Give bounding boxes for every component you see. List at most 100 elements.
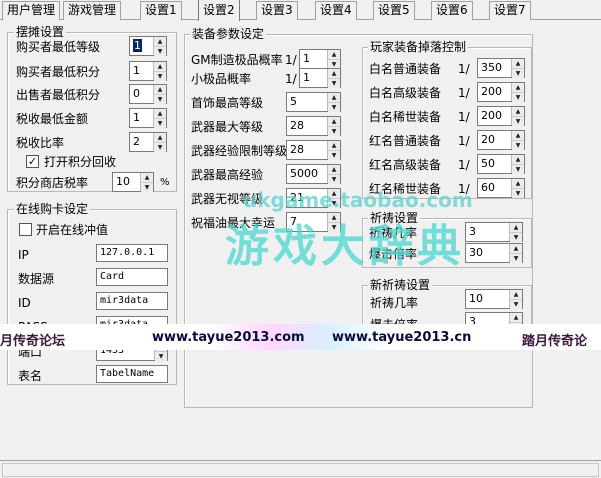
spin-down-icon[interactable]: ▼ [512, 93, 524, 102]
spin-up-icon[interactable]: ▲ [328, 69, 340, 79]
tab-settings-1[interactable]: 设置1 [140, 1, 182, 20]
spin-down-icon[interactable]: ▼ [328, 103, 340, 112]
tab-settings-7[interactable]: 设置7 [489, 1, 531, 20]
drop-red-advanced-value: 50 [481, 157, 495, 170]
gm-item-rate-spinner[interactable]: 1 ▲ ▼ [299, 49, 341, 69]
weapon-exp-limit-spinner[interactable]: 28 ▲ ▼ [286, 140, 341, 160]
stall-min-tax-value: 1 [133, 111, 140, 124]
spin-up-icon[interactable]: ▲ [510, 313, 522, 323]
stall-min-buyer-level-spinner[interactable]: 1 ▲ ▼ [129, 36, 167, 56]
stall-min-tax-spinner[interactable]: 1 ▲ ▼ [129, 108, 167, 128]
stall-tax-rate-spinner[interactable]: 2 ▲ ▼ [129, 132, 167, 152]
stall-min-seller-points-spinner[interactable]: 0 ▲ ▼ [129, 84, 167, 104]
watermark-big: 游戏大辞典 [225, 221, 465, 272]
spin-down-icon[interactable]: ▼ [154, 72, 166, 81]
spin-down-icon[interactable]: ▼ [512, 117, 524, 126]
crit-multiplier-spinner[interactable]: 30 ▲ ▼ [465, 243, 523, 263]
spin-down-icon[interactable]: ▼ [510, 300, 522, 309]
spin-up-icon[interactable]: ▲ [328, 117, 340, 127]
new-pray-rate-spinner[interactable]: 10 ▲ ▼ [465, 289, 523, 309]
spin-down-icon[interactable]: ▼ [141, 183, 153, 192]
drop-red-rare-value: 60 [481, 181, 495, 194]
spin-up-icon[interactable]: ▲ [512, 83, 524, 93]
drop-red-normal-spinner[interactable]: 20 ▲ ▼ [477, 130, 525, 150]
stall-tax-rate-label: 税收比率 [16, 136, 65, 150]
new-pray-rate-label: 祈祷几率 [370, 296, 419, 310]
weapon-max-exp-spinner[interactable]: 5000 ▲ ▼ [286, 164, 341, 184]
spin-up-icon[interactable]: ▲ [328, 141, 340, 151]
spin-down-icon[interactable]: ▼ [512, 141, 524, 150]
banner-right-text: 踏月传奇论 [522, 334, 588, 349]
spin-up-icon[interactable]: ▲ [154, 85, 166, 95]
gm-item-rate-label: GM制造极品概率 [191, 53, 283, 67]
tab-settings-3[interactable]: 设置3 [256, 1, 298, 20]
spin-down-icon[interactable]: ▼ [328, 151, 340, 160]
spin-up-icon[interactable]: ▲ [512, 131, 524, 141]
minor-item-rate-value: 1 [303, 71, 310, 84]
jewelry-max-level-value: 5 [290, 95, 297, 108]
points-recycle-checkbox[interactable]: ✓ [26, 155, 39, 168]
spin-down-icon[interactable]: ▼ [154, 119, 166, 128]
spin-down-icon[interactable]: ▼ [328, 127, 340, 136]
pray-rate-spinner[interactable]: 3 ▲ ▼ [465, 222, 523, 242]
tab-user-management[interactable]: 用户管理 [2, 1, 61, 20]
minor-item-rate-prefix: 1/ [285, 72, 297, 86]
spin-up-icon[interactable]: ▲ [510, 244, 522, 254]
drop-white-advanced-spinner[interactable]: 200 ▲ ▼ [477, 82, 525, 102]
spin-down-icon[interactable]: ▼ [512, 165, 524, 174]
tab-game-management[interactable]: 游戏管理 [63, 1, 122, 20]
tab-bar: 用户管理 游戏管理 设置1 设置2 设置3 设置4 设置5 设置6 设置7 [0, 0, 601, 21]
table-name-field[interactable]: TabelName [96, 365, 168, 383]
spin-down-icon[interactable]: ▼ [155, 352, 167, 361]
drop-white-rare-spinner[interactable]: 200 ▲ ▼ [477, 106, 525, 126]
spin-down-icon[interactable]: ▼ [328, 79, 340, 88]
drop-white-advanced-sep: 1/ [458, 86, 470, 100]
spin-down-icon[interactable]: ▼ [512, 69, 524, 78]
online-recharge-checkbox[interactable] [19, 223, 32, 236]
ip-field[interactable]: 127.0.0.1 [96, 244, 168, 262]
spin-down-icon[interactable]: ▼ [154, 143, 166, 152]
tab-settings-6[interactable]: 设置6 [431, 1, 473, 20]
jewelry-max-level-spinner[interactable]: 5 ▲ ▼ [286, 92, 341, 112]
weapon-max-level-spinner[interactable]: 28 ▲ ▼ [286, 116, 341, 136]
spin-up-icon[interactable]: ▲ [510, 223, 522, 233]
shop-tax-spinner[interactable]: 10 ▲ ▼ [112, 172, 154, 192]
spin-up-icon[interactable]: ▲ [328, 93, 340, 103]
spin-down-icon[interactable]: ▼ [512, 189, 524, 198]
spin-up-icon[interactable]: ▲ [510, 290, 522, 300]
spin-down-icon[interactable]: ▼ [510, 254, 522, 263]
id-field[interactable]: mir3data [96, 292, 168, 310]
spin-up-icon[interactable]: ▲ [328, 50, 340, 60]
spin-down-icon[interactable]: ▼ [510, 233, 522, 242]
table-name-label: 表名 [18, 369, 43, 383]
stall-min-seller-points-value: 0 [133, 87, 140, 100]
ip-label: IP [18, 248, 29, 262]
spin-up-icon[interactable]: ▲ [512, 155, 524, 165]
gm-item-rate-value: 1 [303, 52, 310, 65]
spin-down-icon[interactable]: ▼ [328, 175, 340, 184]
spin-up-icon[interactable]: ▲ [154, 62, 166, 72]
stall-min-buyer-points-spinner[interactable]: 1 ▲ ▼ [129, 61, 167, 81]
weapon-exp-limit-value: 28 [290, 143, 304, 156]
spin-up-icon[interactable]: ▲ [154, 109, 166, 119]
spin-down-icon[interactable]: ▼ [154, 95, 166, 104]
spin-up-icon[interactable]: ▲ [154, 133, 166, 143]
spin-up-icon[interactable]: ▲ [154, 37, 166, 47]
spin-up-icon[interactable]: ▲ [512, 179, 524, 189]
jewelry-max-level-label: 首饰最高等级 [191, 96, 264, 110]
spin-up-icon[interactable]: ▲ [512, 59, 524, 69]
stall-settings-title: 摆摊设置 [14, 25, 67, 39]
spin-down-icon[interactable]: ▼ [154, 47, 166, 56]
tab-settings-2[interactable]: 设置2 [198, 0, 240, 21]
drop-white-normal-spinner[interactable]: 350 ▲ ▼ [477, 58, 525, 78]
minor-item-rate-spinner[interactable]: 1 ▲ ▼ [299, 68, 341, 88]
tab-settings-4[interactable]: 设置4 [315, 1, 357, 20]
online-recharge-label: 开启在线冲值 [36, 223, 109, 237]
datasource-field[interactable]: Card [96, 268, 168, 286]
drop-red-rare-spinner[interactable]: 60 ▲ ▼ [477, 178, 525, 198]
drop-red-advanced-spinner[interactable]: 50 ▲ ▼ [477, 154, 525, 174]
spin-up-icon[interactable]: ▲ [141, 173, 153, 183]
spin-up-icon[interactable]: ▲ [328, 165, 340, 175]
tab-settings-5[interactable]: 设置5 [373, 1, 415, 20]
spin-up-icon[interactable]: ▲ [512, 107, 524, 117]
